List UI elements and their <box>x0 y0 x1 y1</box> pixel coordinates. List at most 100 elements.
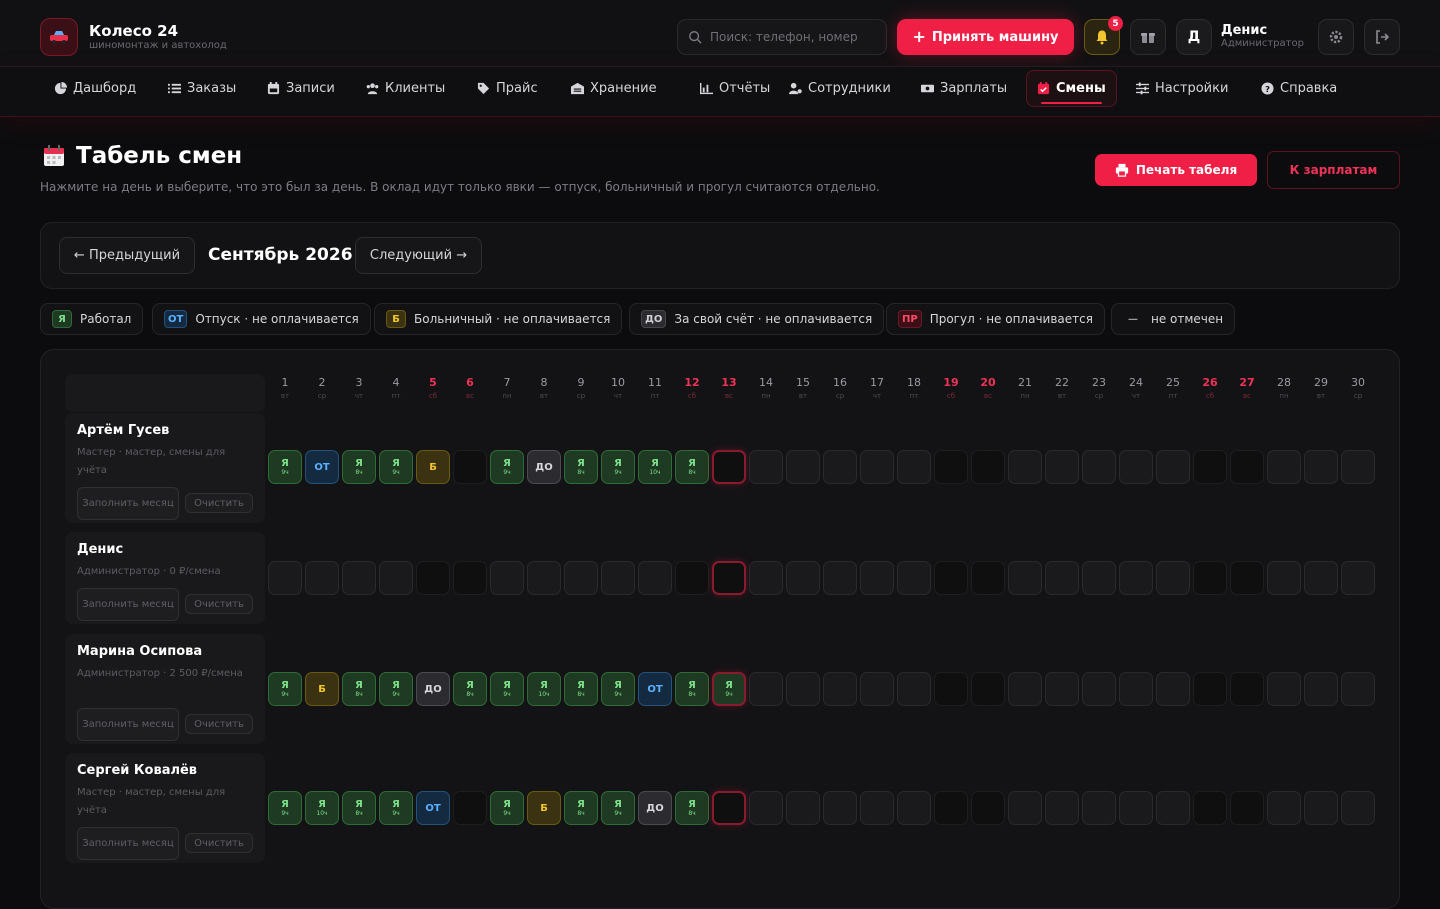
day-cell[interactable] <box>860 450 894 484</box>
clear-button[interactable]: Очистить <box>185 493 253 513</box>
day-cell[interactable] <box>1045 672 1079 706</box>
day-cell[interactable]: Я 9ч <box>379 450 413 484</box>
day-cell[interactable]: Я 8ч <box>342 791 376 825</box>
day-cell[interactable] <box>823 672 857 706</box>
day-cell[interactable]: ДО <box>416 672 450 706</box>
day-cell[interactable] <box>416 561 450 595</box>
nav-item-2[interactable]: Записи <box>257 70 345 107</box>
day-cell[interactable]: Б <box>527 791 561 825</box>
day-cell[interactable] <box>1045 791 1079 825</box>
day-cell[interactable]: Б <box>305 672 339 706</box>
day-cell[interactable]: Б <box>416 450 450 484</box>
day-cell[interactable] <box>860 791 894 825</box>
day-cell[interactable] <box>786 672 820 706</box>
day-cell[interactable] <box>934 672 968 706</box>
search-input[interactable] <box>710 30 865 44</box>
day-cell[interactable] <box>934 450 968 484</box>
day-cell[interactable] <box>860 672 894 706</box>
day-cell[interactable] <box>1267 791 1301 825</box>
day-cell[interactable] <box>527 561 561 595</box>
day-cell[interactable] <box>1045 561 1079 595</box>
day-cell[interactable] <box>712 450 746 484</box>
accept-car-button[interactable]: + Принять машину <box>897 19 1074 55</box>
nav-item-0[interactable]: Дашборд <box>44 70 146 107</box>
notifications-button[interactable]: 5 <box>1084 16 1123 55</box>
day-cell[interactable] <box>749 791 783 825</box>
day-cell[interactable] <box>1230 672 1264 706</box>
nav-item-10[interactable]: Настройки <box>1126 70 1238 107</box>
day-cell[interactable] <box>379 561 413 595</box>
day-cell[interactable]: Я 9ч <box>490 791 524 825</box>
nav-item-9[interactable]: Смены <box>1026 70 1117 107</box>
day-cell[interactable] <box>490 561 524 595</box>
day-cell[interactable] <box>1341 561 1375 595</box>
day-cell[interactable] <box>749 561 783 595</box>
day-cell[interactable]: ОТ <box>638 672 672 706</box>
day-cell[interactable]: Я 8ч <box>342 672 376 706</box>
fill-month-button[interactable]: Заполнить месяц <box>77 588 179 621</box>
day-cell[interactable] <box>1193 791 1227 825</box>
day-cell[interactable] <box>971 561 1005 595</box>
day-cell[interactable]: Я 8ч <box>564 450 598 484</box>
search-box[interactable] <box>677 19 887 55</box>
day-cell[interactable] <box>1082 791 1116 825</box>
day-cell[interactable] <box>1193 672 1227 706</box>
day-cell[interactable] <box>934 561 968 595</box>
day-cell[interactable] <box>1341 672 1375 706</box>
day-cell[interactable] <box>1008 791 1042 825</box>
day-cell[interactable] <box>1082 672 1116 706</box>
day-cell[interactable] <box>1082 450 1116 484</box>
day-cell[interactable] <box>971 791 1005 825</box>
day-cell[interactable] <box>1193 561 1227 595</box>
day-cell[interactable]: Я 10ч <box>527 672 561 706</box>
day-cell[interactable] <box>1119 561 1153 595</box>
day-cell[interactable] <box>1230 791 1264 825</box>
next-month-button[interactable]: Следующий → <box>355 237 482 274</box>
day-cell[interactable] <box>1008 672 1042 706</box>
day-cell[interactable] <box>1156 791 1190 825</box>
day-cell[interactable]: Я 9ч <box>601 672 635 706</box>
day-cell[interactable] <box>897 672 931 706</box>
day-cell[interactable] <box>1341 791 1375 825</box>
print-timesheet-button[interactable]: Печать табеля <box>1095 154 1257 186</box>
day-cell[interactable]: Я 8ч <box>564 672 598 706</box>
day-cell[interactable] <box>786 450 820 484</box>
day-cell[interactable] <box>305 561 339 595</box>
fill-month-button[interactable]: Заполнить месяц <box>77 827 179 860</box>
nav-item-8[interactable]: Зарплаты <box>911 70 1017 107</box>
day-cell[interactable]: Я 8ч <box>564 791 598 825</box>
day-cell[interactable] <box>1156 450 1190 484</box>
day-cell[interactable]: ОТ <box>416 791 450 825</box>
day-cell[interactable]: Я 8ч <box>675 791 709 825</box>
day-cell[interactable]: Я 9ч <box>268 672 302 706</box>
fill-month-button[interactable]: Заполнить месяц <box>77 487 179 520</box>
day-cell[interactable] <box>453 791 487 825</box>
day-cell[interactable] <box>823 791 857 825</box>
day-cell[interactable]: Я 8ч <box>453 672 487 706</box>
day-cell[interactable] <box>453 561 487 595</box>
day-cell[interactable]: Я 8ч <box>675 450 709 484</box>
day-cell[interactable] <box>1230 450 1264 484</box>
day-cell[interactable]: Я 9ч <box>268 450 302 484</box>
day-cell[interactable] <box>1304 450 1338 484</box>
day-cell[interactable] <box>268 561 302 595</box>
day-cell[interactable] <box>786 791 820 825</box>
day-cell[interactable]: Я 9ч <box>490 450 524 484</box>
day-cell[interactable] <box>1267 561 1301 595</box>
day-cell[interactable] <box>971 672 1005 706</box>
day-cell[interactable] <box>1008 450 1042 484</box>
day-cell[interactable]: Я 8ч <box>342 450 376 484</box>
day-cell[interactable]: Я 9ч <box>490 672 524 706</box>
day-cell[interactable] <box>1304 672 1338 706</box>
day-cell[interactable] <box>1304 561 1338 595</box>
day-cell[interactable] <box>453 450 487 484</box>
to-salaries-button[interactable]: К зарплатам <box>1267 151 1400 189</box>
day-cell[interactable] <box>712 791 746 825</box>
nav-item-5[interactable]: Хранение <box>561 70 667 107</box>
day-cell[interactable] <box>675 561 709 595</box>
day-cell[interactable] <box>860 561 894 595</box>
day-cell[interactable] <box>823 450 857 484</box>
avatar[interactable]: Д <box>1176 19 1212 55</box>
car-logo-icon[interactable] <box>40 18 78 56</box>
day-cell[interactable] <box>823 561 857 595</box>
